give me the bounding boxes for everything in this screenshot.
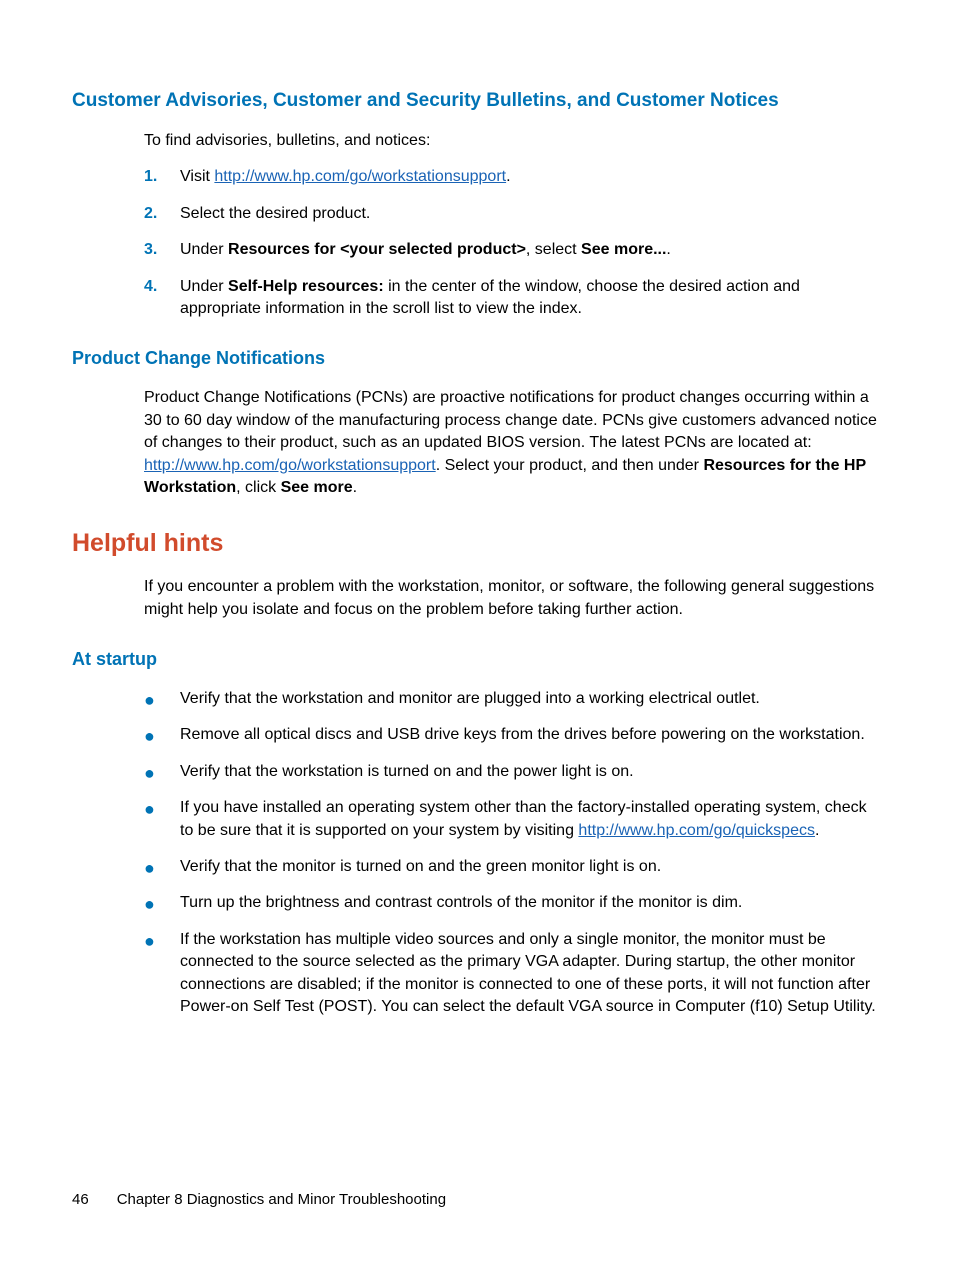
text-fragment: . [353, 479, 357, 496]
bullet-icon: ● [144, 797, 180, 818]
link-workstationsupport[interactable]: http://www.hp.com/go/workstationsupport [144, 457, 436, 474]
bullet-text: Verify that the workstation is turned on… [180, 761, 882, 783]
bold-text: Self-Help resources: [228, 278, 384, 295]
link-workstationsupport[interactable]: http://www.hp.com/go/workstationsupport [214, 168, 506, 185]
text-fragment: Product Change Notifications (PCNs) are … [144, 389, 877, 451]
step-4: 4. Under Self-Help resources: in the cen… [144, 276, 882, 321]
bold-text: Resources for <your selected product> [228, 241, 526, 258]
text-fragment: Under [180, 278, 228, 295]
step-number: 3. [144, 239, 180, 261]
text-fragment: Visit [180, 168, 214, 185]
text-fragment: . [506, 168, 510, 185]
bullet-text: If the workstation has multiple video so… [180, 929, 882, 1019]
list-item: ● If you have installed an operating sys… [144, 797, 882, 842]
list-item: ● Verify that the monitor is turned on a… [144, 856, 882, 878]
startup-list: ● Verify that the workstation and monito… [144, 688, 882, 1018]
list-item: ● If the workstation has multiple video … [144, 929, 882, 1019]
bullet-icon: ● [144, 892, 180, 913]
bullet-icon: ● [144, 929, 180, 950]
text-fragment: , select [526, 241, 581, 258]
step-number: 4. [144, 276, 180, 298]
bullet-icon: ● [144, 724, 180, 745]
step-text: Visit http://www.hp.com/go/workstationsu… [180, 166, 882, 188]
intro-helpful-hints: If you encounter a problem with the work… [144, 576, 882, 621]
bullet-text: Verify that the workstation and monitor … [180, 688, 882, 710]
page-footer: 46 Chapter 8 Diagnostics and Minor Troubl… [72, 1191, 446, 1208]
text-fragment: , click [236, 479, 280, 496]
bold-text: See more... [581, 241, 666, 258]
heading-advisories: Customer Advisories, Customer and Securi… [72, 90, 882, 112]
bullet-icon: ● [144, 761, 180, 782]
step-2: 2. Select the desired product. [144, 203, 882, 225]
list-item: ● Turn up the brightness and contrast co… [144, 892, 882, 914]
step-number: 1. [144, 166, 180, 188]
text-fragment: Under [180, 241, 228, 258]
text-fragment: . Select your product, and then under [436, 457, 704, 474]
bullet-text: Verify that the monitor is turned on and… [180, 856, 882, 878]
step-number: 2. [144, 203, 180, 225]
intro-advisories: To find advisories, bulletins, and notic… [144, 130, 882, 152]
bold-text: See more [281, 479, 353, 496]
step-text: Select the desired product. [180, 203, 882, 225]
chapter-label: Chapter 8 Diagnostics and Minor Troubles… [117, 1191, 446, 1208]
step-text: Under Self-Help resources: in the center… [180, 276, 882, 321]
bullet-text: Remove all optical discs and USB drive k… [180, 724, 882, 746]
text-fragment: . [666, 241, 670, 258]
pcn-paragraph: Product Change Notifications (PCNs) are … [144, 387, 882, 499]
bullet-text: If you have installed an operating syste… [180, 797, 882, 842]
step-text: Under Resources for <your selected produ… [180, 239, 882, 261]
page-number: 46 [72, 1191, 89, 1208]
bullet-icon: ● [144, 688, 180, 709]
bullet-text: Turn up the brightness and contrast cont… [180, 892, 882, 914]
list-item: ● Verify that the workstation and monito… [144, 688, 882, 710]
step-1: 1. Visit http://www.hp.com/go/workstatio… [144, 166, 882, 188]
step-3: 3. Under Resources for <your selected pr… [144, 239, 882, 261]
heading-helpful-hints: Helpful hints [72, 529, 882, 558]
steps-list: 1. Visit http://www.hp.com/go/workstatio… [144, 166, 882, 320]
text-fragment: . [815, 822, 819, 839]
list-item: ● Remove all optical discs and USB drive… [144, 724, 882, 746]
list-item: ● Verify that the workstation is turned … [144, 761, 882, 783]
heading-pcn: Product Change Notifications [72, 348, 882, 369]
bullet-icon: ● [144, 856, 180, 877]
heading-at-startup: At startup [72, 649, 882, 670]
link-quickspecs[interactable]: http://www.hp.com/go/quickspecs [578, 822, 815, 839]
